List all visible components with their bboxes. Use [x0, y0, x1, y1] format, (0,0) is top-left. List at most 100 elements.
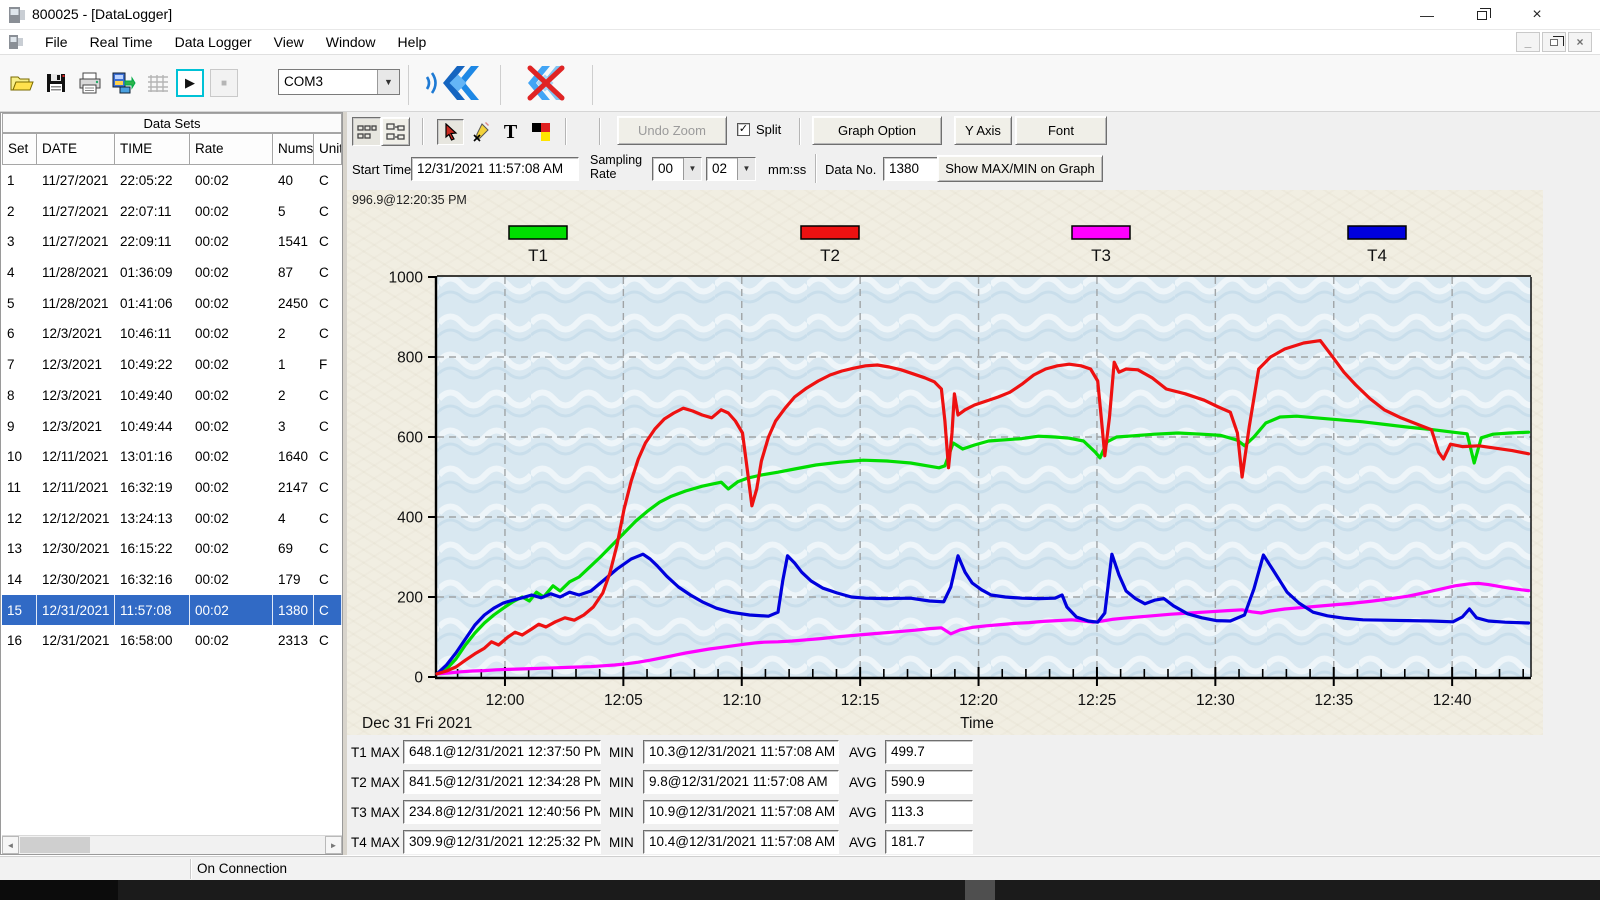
sampling-ss-select[interactable]: 02 ▼ — [706, 157, 756, 181]
cell-nums: 87 — [273, 257, 314, 288]
split-checkbox[interactable]: ✓ — [737, 123, 750, 136]
cell-unit: C — [314, 226, 342, 257]
mdi-window-controls: _ × — [1516, 32, 1592, 52]
table-row[interactable]: 712/3/202110:49:2200:021F — [2, 349, 342, 380]
export-button[interactable] — [110, 69, 138, 97]
cell-date: 12/30/2021 — [37, 533, 115, 564]
cell-unit: C — [314, 503, 342, 534]
table-row[interactable]: 211/27/202122:07:1100:025C — [2, 196, 342, 227]
cell-time: 10:49:40 — [115, 380, 190, 411]
cell-nums: 179 — [273, 564, 314, 595]
stat-avg-field: 181.7 — [885, 830, 973, 854]
table-row[interactable]: 1512/31/202111:57:0800:021380C — [2, 595, 342, 626]
color-tool-button[interactable] — [527, 119, 554, 145]
cell-nums: 4 — [273, 503, 314, 534]
cell-nums: 1640 — [273, 441, 314, 472]
cell-time: 16:32:16 — [115, 564, 190, 595]
layout-tree-button[interactable] — [381, 117, 410, 146]
cell-unit: F — [314, 349, 342, 380]
datagrid-button[interactable] — [144, 69, 172, 97]
column-header-date[interactable]: DATE — [37, 133, 115, 165]
font-button[interactable]: Font — [1015, 116, 1107, 145]
print-button[interactable] — [76, 69, 104, 97]
close-button[interactable]: × — [1514, 0, 1560, 30]
cell-nums: 2450 — [273, 288, 314, 319]
stat-min-field: 9.8@12/31/2021 11:57:08 AM — [643, 770, 839, 794]
restore-button[interactable] — [1459, 0, 1505, 30]
status-text: On Connection — [197, 861, 287, 876]
stat-max-field: 234.8@12/31/2021 12:40:56 PM — [403, 800, 601, 824]
select-tool-button[interactable] — [437, 119, 464, 145]
connect-button[interactable] — [413, 58, 491, 108]
table-row[interactable]: 111/27/202122:05:2200:0240C — [2, 165, 342, 196]
menu-item-real-time[interactable]: Real Time — [79, 32, 164, 52]
horizontal-scrollbar[interactable]: ◄ ► — [2, 835, 342, 854]
start-logging-button[interactable]: ▶ — [176, 69, 204, 97]
mdi-restore-icon — [1550, 39, 1558, 46]
open-button[interactable] — [8, 69, 36, 97]
mdi-close-button[interactable]: × — [1568, 32, 1592, 52]
column-header-set[interactable]: Set — [2, 133, 37, 165]
menu-item-window[interactable]: Window — [315, 32, 387, 52]
column-header-nums[interactable]: Nums — [273, 133, 314, 165]
y-axis-button[interactable]: Y Axis — [954, 116, 1012, 145]
chart-container[interactable]: 0200400600800100012:0012:0512:1012:1512:… — [347, 190, 1543, 735]
table-row[interactable]: 1212/12/202113:24:1300:024C — [2, 503, 342, 534]
cursor-arrow-icon — [443, 123, 459, 141]
graph-option-button[interactable]: Graph Option — [812, 116, 942, 145]
undo-zoom-button[interactable]: Undo Zoom — [617, 116, 727, 145]
table-row[interactable]: 411/28/202101:36:0900:0287C — [2, 257, 342, 288]
annotate-tool-button[interactable] — [467, 119, 494, 145]
stats-row-2: T2 MAX841.5@12/31/2021 12:34:28 PMMIN9.8… — [347, 768, 1347, 798]
menu-item-data-logger[interactable]: Data Logger — [164, 32, 263, 52]
cell-rate: 00:02 — [190, 441, 273, 472]
table-row[interactable]: 1012/11/202113:01:1600:021640C — [2, 441, 342, 472]
stat-min-field: 10.3@12/31/2021 11:57:08 AM — [643, 740, 839, 764]
menu-item-view[interactable]: View — [263, 32, 315, 52]
legend-swatch-T2 — [801, 226, 859, 239]
stop-logging-button[interactable]: ■ — [210, 69, 238, 97]
data-no-label: Data No. — [825, 162, 876, 177]
stat-min-label: MIN — [609, 800, 639, 820]
cell-unit: C — [314, 441, 342, 472]
layout-horizontal-button[interactable] — [352, 117, 381, 146]
minimize-button[interactable]: — — [1404, 0, 1450, 30]
text-tool-button[interactable]: T — [497, 119, 524, 145]
cell-set: 2 — [2, 196, 37, 227]
table-row[interactable]: 511/28/202101:41:0600:022450C — [2, 288, 342, 319]
mdi-restore-button[interactable] — [1542, 32, 1566, 52]
mdi-minimize-button[interactable]: _ — [1516, 32, 1540, 52]
stop-icon: ■ — [221, 78, 227, 89]
scroll-right-icon[interactable]: ► — [325, 836, 342, 854]
scrollbar-thumb[interactable] — [20, 837, 90, 853]
svg-text:12:10: 12:10 — [722, 692, 761, 709]
start-time-field[interactable]: 12/31/2021 11:57:08 AM — [411, 157, 579, 181]
cell-date: 12/31/2021 — [37, 625, 115, 656]
column-header-rate[interactable]: Rate — [190, 133, 273, 165]
table-row[interactable]: 1612/31/202116:58:0000:022313C — [2, 625, 342, 656]
column-header-unit[interactable]: Unit — [314, 133, 342, 165]
table-row[interactable]: 1112/11/202116:32:1900:022147C — [2, 472, 342, 503]
com-port-select[interactable]: COM3 ▼ — [278, 69, 400, 95]
sampling-mm-select[interactable]: 00 ▼ — [652, 157, 702, 181]
menu-item-file[interactable]: File — [34, 32, 79, 52]
export-data-icon — [112, 72, 136, 94]
menu-item-help[interactable]: Help — [387, 32, 438, 52]
table-row[interactable]: 1312/30/202116:15:2200:0269C — [2, 533, 342, 564]
cell-rate: 00:02 — [190, 411, 273, 442]
scroll-left-icon[interactable]: ◄ — [2, 836, 19, 854]
cell-rate: 00:02 — [190, 564, 273, 595]
connect-icon — [419, 60, 485, 106]
table-row[interactable]: 612/3/202110:46:1100:022C — [2, 318, 342, 349]
table-row[interactable]: 812/3/202110:49:4000:022C — [2, 380, 342, 411]
show-maxmin-button[interactable]: Show MAX/MIN on Graph — [937, 155, 1103, 182]
cell-date: 11/27/2021 — [37, 165, 115, 196]
table-row[interactable]: 311/27/202122:09:1100:021541C — [2, 226, 342, 257]
save-button[interactable] — [42, 69, 70, 97]
split-checkbox-group[interactable]: ✓ Split — [737, 122, 781, 137]
cell-time: 11:57:08 — [115, 595, 190, 626]
column-header-time[interactable]: TIME — [115, 133, 190, 165]
table-row[interactable]: 1412/30/202116:32:1600:02179C — [2, 564, 342, 595]
table-row[interactable]: 912/3/202110:49:4400:023C — [2, 411, 342, 442]
disconnect-button[interactable] — [508, 58, 586, 108]
